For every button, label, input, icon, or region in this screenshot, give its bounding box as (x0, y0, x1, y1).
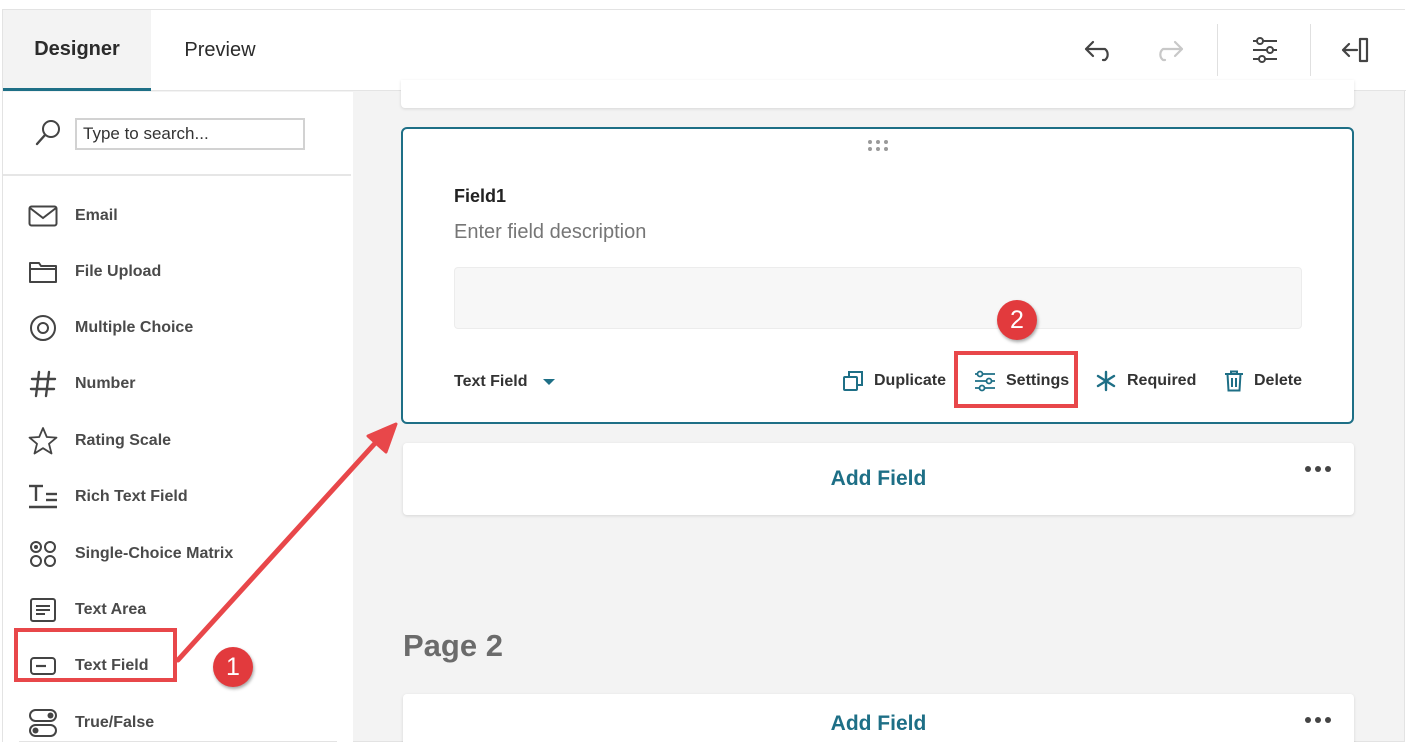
toolbox-search (3, 92, 351, 176)
toolbox-item-label: True/False (75, 714, 155, 731)
star-icon (21, 426, 65, 456)
duplicate-button[interactable]: Duplicate (842, 367, 946, 395)
toolbar-separator (1217, 24, 1218, 76)
top-bar: Designer Preview (3, 10, 1406, 91)
toolbox-item-label: Number (75, 375, 136, 392)
search-input[interactable] (75, 118, 305, 150)
redo-button[interactable] (1147, 30, 1191, 70)
add-field-button[interactable]: Add Field (403, 443, 1354, 515)
survey-settings-button[interactable] (1243, 30, 1287, 70)
toolbox-item-file-upload[interactable]: File Upload (17, 247, 337, 297)
folder-icon (21, 260, 65, 284)
text-area-icon (21, 597, 65, 623)
matrix-icon (21, 539, 65, 569)
toolbar-separator (1310, 24, 1311, 76)
undo-button[interactable] (1077, 30, 1121, 70)
field-description[interactable]: Enter field description (454, 221, 646, 244)
toolbox-item-email[interactable]: Email (17, 191, 337, 241)
required-button[interactable]: Required (1095, 367, 1196, 395)
duplicate-label: Duplicate (874, 372, 947, 389)
rich-text-icon (21, 483, 65, 511)
redo-icon (1159, 40, 1184, 62)
field-title[interactable]: Field1 (454, 186, 506, 207)
drag-handle-icon[interactable] (867, 139, 889, 153)
previous-field-card (401, 80, 1354, 108)
tab-designer[interactable]: Designer (3, 10, 151, 91)
duplicate-icon (842, 370, 864, 392)
hash-icon (21, 370, 65, 398)
toolbox-item-label: File Upload (75, 263, 162, 280)
page-title[interactable]: Page 2 (403, 628, 503, 664)
trash-icon (1224, 370, 1244, 392)
delete-label: Delete (1254, 372, 1303, 389)
tab-preview[interactable]: Preview (151, 10, 289, 91)
toolbox-item-true-false[interactable]: True/False (17, 698, 337, 742)
required-label: Required (1127, 372, 1197, 389)
toolbox-item-label: Multiple Choice (75, 319, 194, 336)
collapse-panel-icon (1341, 37, 1369, 63)
add-field-label: Add Field (830, 467, 927, 490)
asterisk-icon (1095, 370, 1117, 392)
toolbox-item-label: Single-Choice Matrix (75, 545, 234, 562)
toolbox-item-label: Rich Text Field (75, 488, 188, 505)
annotation-badge-1: 1 (213, 647, 253, 687)
toolbox-item-rich-text-field[interactable]: Rich Text Field (17, 472, 337, 522)
radio-icon (21, 314, 65, 342)
toolbox-item-label: Rating Scale (75, 432, 172, 449)
more-options-icon[interactable] (1304, 716, 1332, 724)
toolbox-item-number[interactable]: Number (17, 359, 337, 409)
field-input-preview (454, 267, 1302, 329)
field-type-label: Text Field (454, 373, 528, 390)
toolbox-item-label: Text Area (75, 601, 147, 618)
collapse-panel-button[interactable] (1333, 30, 1377, 70)
add-field-button[interactable]: Add Field (403, 694, 1354, 742)
envelope-icon (21, 205, 65, 227)
sliders-icon (1253, 37, 1277, 63)
more-options-icon[interactable] (1304, 465, 1332, 473)
add-field-label: Add Field (830, 712, 927, 735)
delete-button[interactable]: Delete (1224, 367, 1302, 395)
search-icon (35, 120, 60, 146)
field-card[interactable]: Field1 Enter field description Text Fiel… (401, 127, 1354, 424)
annotation-highlight-text-field (14, 628, 177, 682)
toggle-icon (21, 708, 65, 738)
annotation-highlight-settings (954, 351, 1078, 408)
field-type-dropdown[interactable]: Text Field (454, 370, 556, 394)
undo-icon (1084, 40, 1109, 62)
annotation-badge-2: 2 (997, 300, 1037, 340)
form-builder-window: Designer Preview Type to search... Email… (2, 9, 1406, 742)
toolbox-item-label: Email (75, 207, 118, 224)
toolbox-item-multiple-choice[interactable]: Multiple Choice (17, 303, 337, 353)
toolbox-item-single-choice-matrix[interactable]: Single-Choice Matrix (17, 529, 337, 579)
chevron-down-icon (542, 379, 555, 385)
toolbox-item-rating-scale[interactable]: Rating Scale (17, 416, 337, 466)
